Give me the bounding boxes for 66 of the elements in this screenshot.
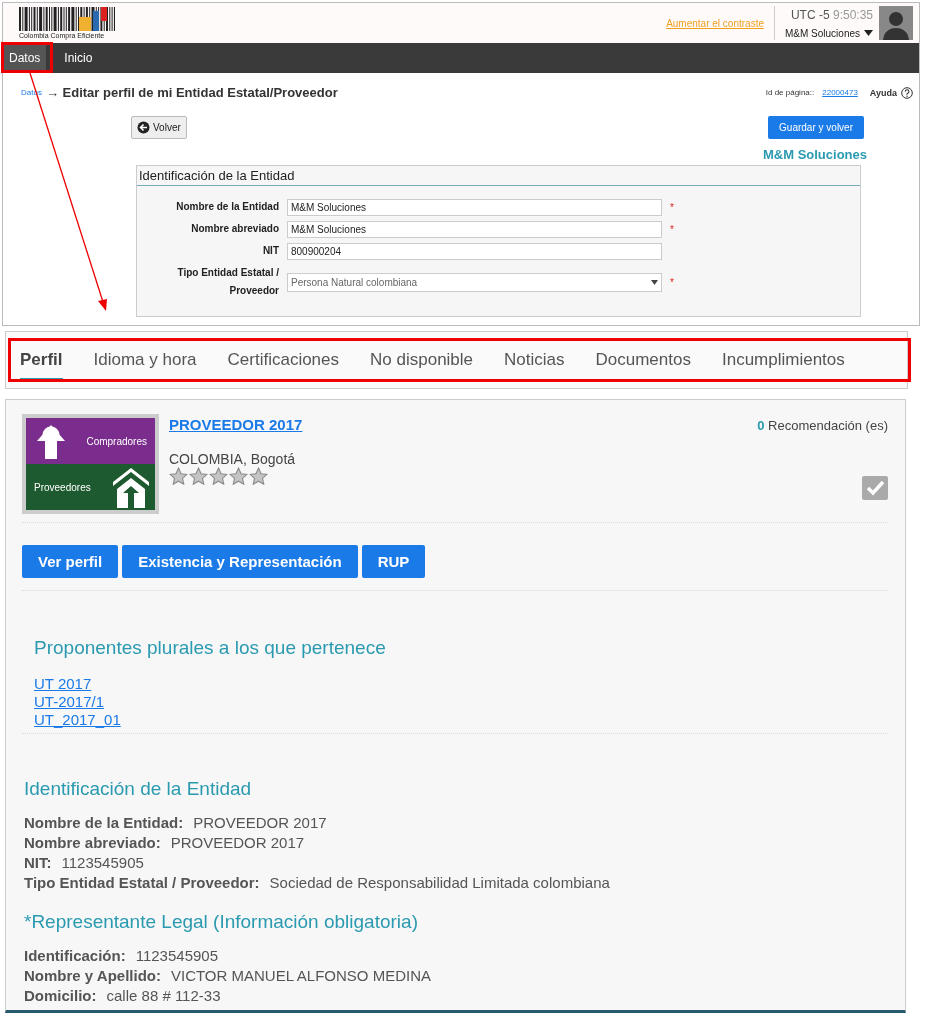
barcode-logo-icon bbox=[19, 7, 115, 31]
help-icon[interactable] bbox=[901, 86, 913, 99]
page-title: → Editar perfil de mi Entidad Estatal/Proveedor bbox=[45, 85, 338, 100]
highlight-frame bbox=[1, 42, 53, 73]
input-field[interactable]: 800900204 bbox=[287, 242, 662, 260]
tab[interactable]: Idioma y hora bbox=[93, 338, 197, 382]
tab[interactable]: Perfil bbox=[20, 338, 63, 382]
consortium-link[interactable]: UT-2017/1 bbox=[34, 693, 888, 711]
detail-label: Tipo Entidad Estatal / Proveedor: bbox=[24, 873, 260, 893]
tab[interactable]: Incumplimientos bbox=[721, 338, 845, 382]
tab[interactable]: Certificaciones bbox=[227, 338, 340, 382]
back-arrow-icon bbox=[137, 121, 150, 134]
consortium-link[interactable]: UT_2017_01 bbox=[34, 711, 888, 729]
detail-value: PROVEEDOR 2017 bbox=[193, 813, 327, 833]
section-heading: *Representante Legal (Información obligatoria) bbox=[24, 911, 419, 933]
profile-button[interactable]: RUP bbox=[361, 545, 426, 578]
consortium-link[interactable]: UT 2017 bbox=[34, 675, 888, 693]
page-id-label: Id de página:: bbox=[765, 88, 815, 97]
field-label: Tipo Entidad Estatal / Proveedor bbox=[176, 266, 279, 298]
detail-label: NIT: bbox=[24, 853, 52, 873]
recommendation-count: 0 Recomendación (es) bbox=[757, 418, 888, 433]
profile-button[interactable]: Ver perfil bbox=[22, 545, 119, 578]
profile-location: COLOMBIA, Bogotá bbox=[169, 451, 297, 467]
detail-value: PROVEEDOR 2017 bbox=[170, 833, 305, 853]
detail-value: 1123545905 bbox=[61, 853, 144, 873]
page-id-link[interactable]: 22000473 bbox=[822, 88, 858, 97]
menu-item[interactable]: Inicio bbox=[58, 43, 99, 73]
detail-label: Nombre abreviado: bbox=[24, 833, 161, 853]
caret-icon bbox=[864, 30, 873, 36]
detail-value: calle 88 # 112-33 bbox=[106, 986, 221, 1006]
arrow-up-icon bbox=[36, 423, 66, 459]
detail-value: VICTOR MANUEL ALFONSO MEDINA bbox=[170, 966, 431, 986]
detail-label: Identificación: bbox=[24, 946, 126, 966]
clock-text: UTC -5 9:50:35 bbox=[790, 7, 873, 22]
logo-label: Proveedores bbox=[34, 481, 91, 493]
profile-button[interactable]: Existencia y Representación bbox=[122, 545, 358, 578]
user-menu[interactable]: M&M Soluciones bbox=[784, 27, 873, 39]
detail-label: Nombre y Apellido: bbox=[24, 966, 161, 986]
detail-label: Nombre de la Entidad: bbox=[24, 813, 184, 833]
tab[interactable]: Noticias bbox=[504, 338, 565, 382]
save-button[interactable]: Guardar y volver bbox=[768, 116, 864, 139]
back-button[interactable]: Volver bbox=[131, 116, 187, 139]
tab[interactable]: No disponible bbox=[370, 338, 474, 382]
logo-label: Compradores bbox=[86, 435, 147, 447]
field-label: NIT bbox=[261, 244, 279, 258]
caret-icon bbox=[651, 279, 658, 285]
detail-value: Sociedad de Responsabilidad Limitada colombiana bbox=[269, 873, 610, 893]
field-label: Nombre abreviado bbox=[190, 222, 279, 236]
input-field[interactable]: M&M Soluciones bbox=[287, 220, 662, 238]
section-heading: Identificación de la Entidad bbox=[24, 778, 253, 800]
checkmark-icon[interactable] bbox=[862, 476, 888, 500]
input-field[interactable]: M&M Soluciones bbox=[287, 198, 662, 216]
required-mark: * bbox=[670, 276, 675, 288]
help-link[interactable]: Ayuda bbox=[869, 87, 897, 98]
detail-value: 1123545905 bbox=[135, 946, 218, 966]
required-mark: * bbox=[670, 223, 675, 235]
field-label: Nombre de la Entidad bbox=[175, 200, 279, 214]
avatar-icon[interactable] bbox=[879, 6, 913, 40]
profile-name-link[interactable]: PROVEEDOR 2017 bbox=[169, 416, 748, 433]
required-mark: * bbox=[670, 201, 675, 213]
form-title: Identificación de la Entidad bbox=[137, 166, 860, 186]
type-dropdown[interactable]: Persona Natural colombiana bbox=[287, 272, 662, 292]
entity-name: M&M Soluciones bbox=[763, 147, 867, 162]
tab[interactable]: Documentos bbox=[595, 338, 691, 382]
section-heading: Proponentes plurales a los que pertenece bbox=[34, 637, 387, 659]
detail-label: Domicilio: bbox=[24, 986, 97, 1006]
